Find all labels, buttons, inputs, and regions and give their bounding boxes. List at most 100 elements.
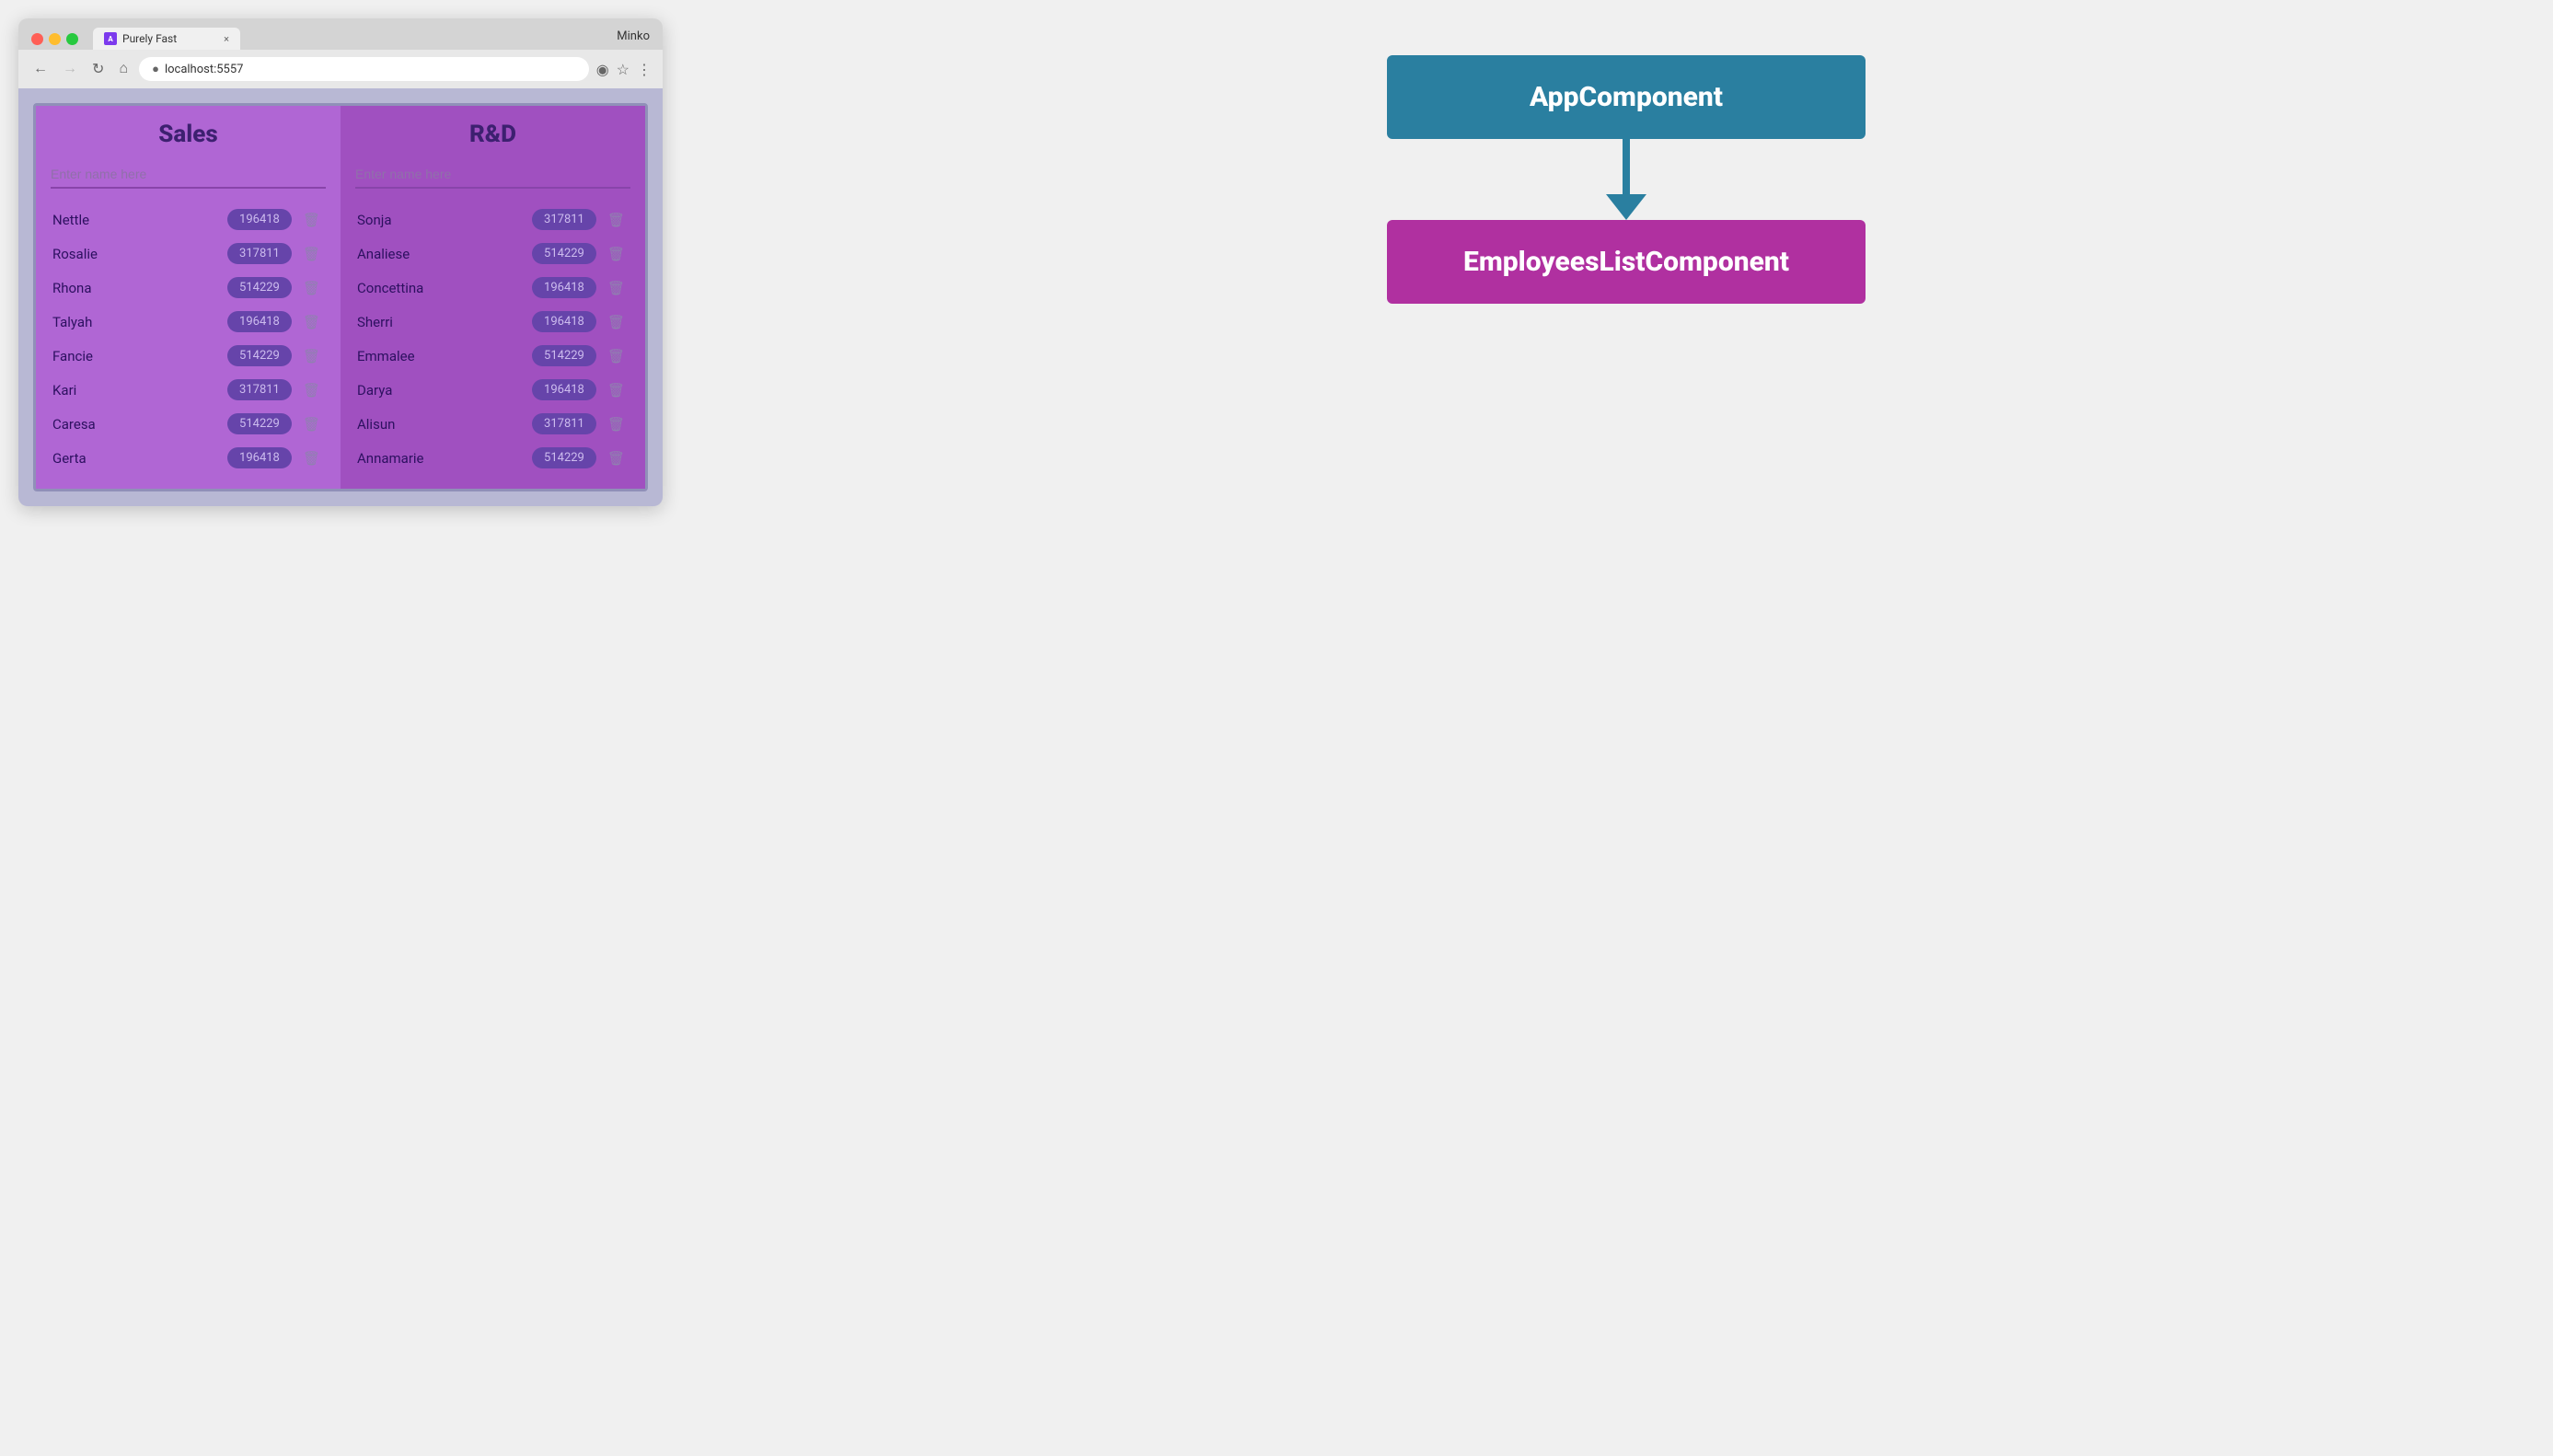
app-component-box: AppComponent <box>1387 55 1866 139</box>
back-button[interactable]: ← <box>29 59 52 79</box>
browser-window: A Purely Fast × Minko ← → ↻ ⌂ ● localhos… <box>18 18 663 506</box>
employee-badge: 196418 <box>532 311 596 332</box>
star-icon[interactable]: ☆ <box>617 61 630 78</box>
arrow-head <box>1606 194 1646 220</box>
sales-panel: Sales Nettle 196418 🗑 Rosalie 317811 🗑 R… <box>36 106 341 489</box>
delete-button[interactable]: 🗑 <box>299 210 324 230</box>
employee-badge: 514229 <box>532 243 596 264</box>
refresh-button[interactable]: ↻ <box>88 58 108 80</box>
tab-favicon: A <box>104 32 117 45</box>
nav-actions: ◉ ☆ ⋮ <box>596 61 652 78</box>
delete-button[interactable]: 🗑 <box>299 244 324 264</box>
delete-button[interactable]: 🗑 <box>299 346 324 366</box>
sales-name-input[interactable] <box>51 161 326 189</box>
table-row: Fancie 514229 🗑 <box>51 340 326 372</box>
browser-tab[interactable]: A Purely Fast × <box>93 28 240 50</box>
url-text: localhost:5557 <box>165 63 244 76</box>
maximize-button[interactable] <box>66 33 78 45</box>
employee-name: Sherri <box>357 314 532 330</box>
employee-name: Nettle <box>52 212 227 228</box>
forward-button[interactable]: → <box>59 59 81 79</box>
table-row: Rosalie 317811 🗑 <box>51 237 326 270</box>
delete-button[interactable]: 🗑 <box>299 414 324 434</box>
employee-badge: 317811 <box>532 209 596 230</box>
employee-name: Alisun <box>357 416 532 433</box>
rnd-title: R&D <box>355 121 630 148</box>
table-row: Nettle 196418 🗑 <box>51 203 326 236</box>
employee-name: Emmalee <box>357 348 532 364</box>
table-row: Rhona 514229 🗑 <box>51 272 326 304</box>
delete-button[interactable]: 🗑 <box>604 380 629 400</box>
menu-icon[interactable]: ⋮ <box>637 61 652 78</box>
employee-badge: 514229 <box>532 447 596 468</box>
table-row: Sonja 317811 🗑 <box>355 203 630 236</box>
employee-name: Analiese <box>357 246 532 262</box>
table-row: Talyah 196418 🗑 <box>51 306 326 338</box>
delete-button[interactable]: 🗑 <box>604 312 629 332</box>
lock-icon: ● <box>152 62 159 76</box>
browser-titlebar: A Purely Fast × Minko <box>18 18 663 50</box>
employee-badge: 317811 <box>227 379 292 400</box>
home-button[interactable]: ⌂ <box>115 59 132 79</box>
rnd-panel: R&D Sonja 317811 🗑 Analiese 514229 🗑 Con… <box>341 106 645 489</box>
browser-nav: ← → ↻ ⌂ ● localhost:5557 ◉ ☆ ⋮ <box>18 50 663 88</box>
departments-container: Sales Nettle 196418 🗑 Rosalie 317811 🗑 R… <box>33 103 648 491</box>
sales-title: Sales <box>51 121 326 148</box>
delete-button[interactable]: 🗑 <box>299 312 324 332</box>
employees-list-component-box: EmployeesListComponent <box>1387 220 1866 304</box>
delete-button[interactable]: 🗑 <box>299 448 324 468</box>
employee-badge: 196418 <box>532 379 596 400</box>
employee-badge: 317811 <box>532 413 596 434</box>
employee-badge: 317811 <box>227 243 292 264</box>
rnd-employee-list: Sonja 317811 🗑 Analiese 514229 🗑 Concett… <box>355 203 630 474</box>
tab-close-button[interactable]: × <box>224 33 229 45</box>
traffic-lights <box>31 33 78 45</box>
employee-name: Gerta <box>52 450 227 467</box>
employee-name: Annamarie <box>357 450 532 467</box>
close-button[interactable] <box>31 33 43 45</box>
table-row: Kari 317811 🗑 <box>51 374 326 406</box>
delete-button[interactable]: 🗑 <box>604 278 629 298</box>
table-row: Annamarie 514229 🗑 <box>355 442 630 474</box>
employee-name: Talyah <box>52 314 227 330</box>
employee-badge: 514229 <box>227 345 292 366</box>
table-row: Gerta 196418 🗑 <box>51 442 326 474</box>
employee-badge: 196418 <box>227 311 292 332</box>
delete-button[interactable]: 🗑 <box>604 210 629 230</box>
delete-button[interactable]: 🗑 <box>299 380 324 400</box>
employee-name: Caresa <box>52 416 227 433</box>
table-row: Sherri 196418 🗑 <box>355 306 630 338</box>
browser-content: Sales Nettle 196418 🗑 Rosalie 317811 🗑 R… <box>18 88 663 506</box>
employee-badge: 196418 <box>227 447 292 468</box>
employee-badge: 196418 <box>227 209 292 230</box>
table-row: Analiese 514229 🗑 <box>355 237 630 270</box>
delete-button[interactable]: 🗑 <box>299 278 324 298</box>
employee-name: Rosalie <box>52 246 227 262</box>
address-bar[interactable]: ● localhost:5557 <box>139 57 589 81</box>
employee-name: Concettina <box>357 280 532 296</box>
diagram-container: AppComponent EmployeesListComponent <box>718 18 2535 341</box>
minimize-button[interactable] <box>49 33 61 45</box>
tab-title: Purely Fast <box>122 32 177 45</box>
employee-name: Kari <box>52 382 227 399</box>
delete-button[interactable]: 🗑 <box>604 448 629 468</box>
arrow-line <box>1623 139 1630 194</box>
table-row: Caresa 514229 🗑 <box>51 408 326 440</box>
delete-button[interactable]: 🗑 <box>604 244 629 264</box>
delete-button[interactable]: 🗑 <box>604 346 629 366</box>
employee-badge: 514229 <box>227 277 292 298</box>
employees-component-label: EmployeesListComponent <box>1463 246 1789 278</box>
browser-tabs: A Purely Fast × <box>93 28 609 50</box>
rnd-name-input[interactable] <box>355 161 630 189</box>
diagram-arrow <box>1606 139 1646 220</box>
table-row: Concettina 196418 🗑 <box>355 272 630 304</box>
app-component-label: AppComponent <box>1530 81 1723 113</box>
eye-icon[interactable]: ◉ <box>596 61 609 78</box>
employee-badge: 514229 <box>532 345 596 366</box>
employee-name: Rhona <box>52 280 227 296</box>
sales-employee-list: Nettle 196418 🗑 Rosalie 317811 🗑 Rhona 5… <box>51 203 326 474</box>
browser-user: Minko <box>617 29 650 49</box>
delete-button[interactable]: 🗑 <box>604 414 629 434</box>
table-row: Alisun 317811 🗑 <box>355 408 630 440</box>
employee-name: Sonja <box>357 212 532 228</box>
